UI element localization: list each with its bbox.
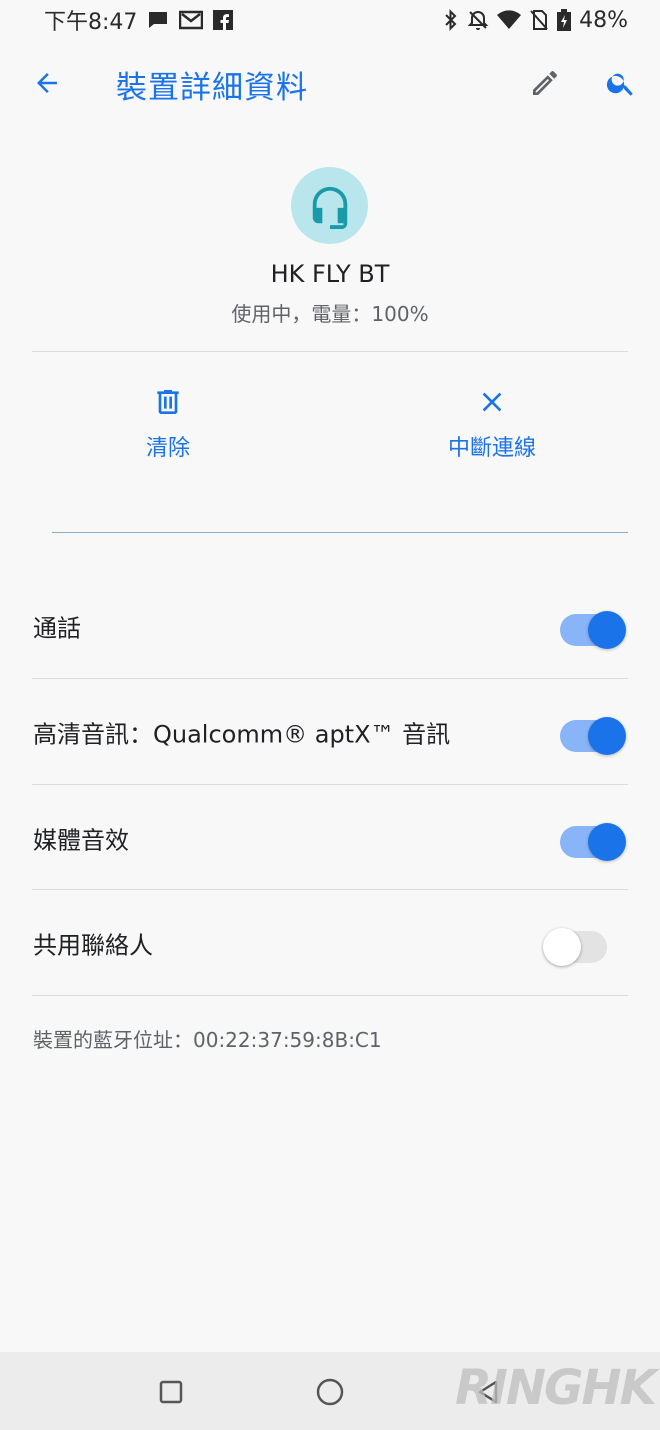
status-left: 下午8:47 [44,4,234,36]
watermark-logo: RINGHK [455,1360,657,1416]
setting-row-contact-sharing[interactable]: 共用聯絡人 [0,890,660,995]
arrow-back-icon [37,73,57,93]
recents-square-icon [159,1380,183,1404]
divider [52,532,628,533]
device-avatar [291,167,368,244]
edit-button[interactable] [522,60,568,106]
calls-toggle[interactable] [560,606,626,649]
setting-label: 通話 [33,614,81,642]
back-button[interactable] [24,60,70,106]
home-button[interactable] [310,1372,350,1412]
battery-percent: 48% [579,7,628,33]
gmail-icon [179,10,204,30]
contact-sharing-toggle[interactable] [543,923,609,966]
home-circle-icon [316,1378,344,1406]
close-icon [482,392,502,412]
wifi-icon [497,10,522,30]
forget-label: 清除 [145,436,190,461]
divider [32,351,628,352]
no-sim-icon [529,9,549,31]
search-button[interactable] [598,60,644,106]
recents-button[interactable] [151,1372,191,1412]
facebook-icon [213,10,234,30]
status-time: 下午8:47 [44,10,138,35]
status-bar: 下午8:47 48% [0,0,660,40]
setting-label: 媒體音效 [33,826,129,854]
setting-row-hd-audio[interactable]: 高清音訊：Qualcomm® aptX™ 音訊 [0,679,660,784]
device-name: HK FLY BT [270,260,390,288]
headset-icon [312,186,347,229]
disconnect-label: 中斷連線 [447,436,536,461]
status-right: 48% [443,8,628,33]
setting-row-media-audio[interactable]: 媒體音效 [0,785,660,890]
setting-label: 高清音訊：Qualcomm® aptX™ 音訊 [33,720,451,748]
page-title: 裝置詳細資料 [116,70,308,106]
setting-row-calls[interactable]: 通話 [0,573,660,678]
app-bar: 裝置詳細資料 [0,40,660,126]
forget-button[interactable]: 清除 [68,386,268,462]
divider [32,995,628,996]
battery-charging-icon [557,9,572,31]
bluetooth-address: 裝置的藍牙位址：00:22:37:59:8B:C1 [33,1028,382,1052]
media-audio-toggle[interactable] [560,818,626,861]
message-icon [147,10,169,30]
device-status: 使用中，電量：100% [231,302,429,326]
disconnect-button[interactable]: 中斷連線 [392,386,592,462]
bluetooth-icon [443,9,459,31]
hd-audio-toggle[interactable] [560,712,626,755]
search-icon [606,73,633,96]
notifications-off-icon [467,9,489,31]
pencil-icon [533,71,557,95]
trash-icon [157,390,179,414]
setting-label: 共用聯絡人 [33,931,153,959]
